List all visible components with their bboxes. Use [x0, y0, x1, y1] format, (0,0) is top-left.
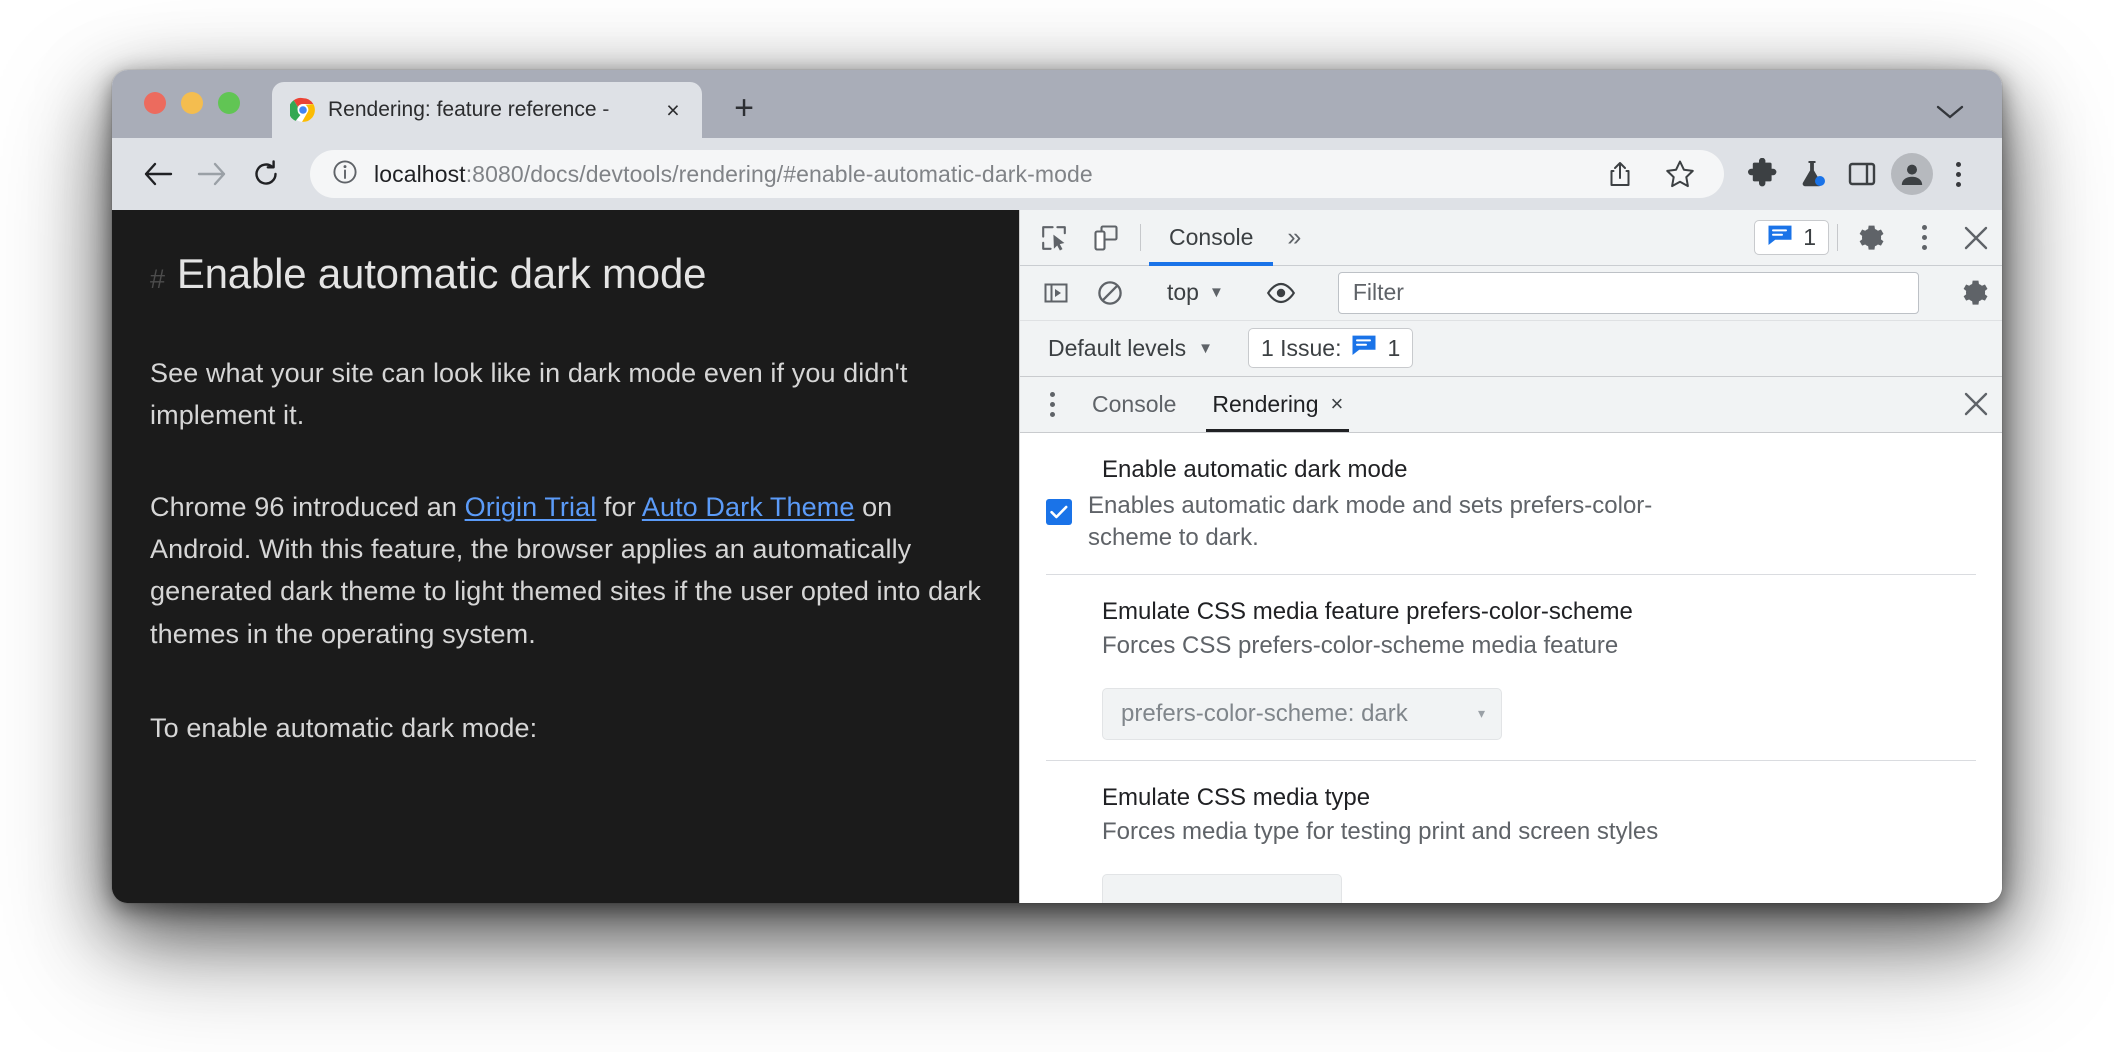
- setting-title: Emulate CSS media feature prefers-color-…: [1102, 597, 1633, 625]
- issues-message-icon: [1351, 333, 1377, 363]
- reload-button[interactable]: [242, 150, 290, 198]
- extensions-icon[interactable]: [1740, 152, 1784, 196]
- rendering-setting-media-type: Emulate CSS media type Forces media type…: [1046, 759, 1976, 903]
- chevron-down-icon: ▾: [1477, 705, 1485, 722]
- avatar: [1891, 153, 1933, 195]
- gear-icon[interactable]: [1846, 210, 1898, 265]
- more-options-icon[interactable]: [1898, 210, 1950, 265]
- rendering-panel: Enable automatic dark mode Enables autom…: [1020, 432, 2002, 903]
- para2-text-between: for: [596, 492, 642, 523]
- minimize-window-button[interactable]: [181, 92, 203, 114]
- console-toolbar: top ▼ Filter: [1020, 266, 2002, 321]
- browser-tab[interactable]: Rendering: feature reference - ×: [272, 82, 702, 138]
- close-window-button[interactable]: [144, 92, 166, 114]
- issues-count: 1: [1803, 224, 1816, 250]
- drawer-tab-bar: Console Rendering ×: [1020, 376, 2002, 433]
- toolbar-divider: [1140, 224, 1141, 251]
- new-tab-button[interactable]: +: [724, 88, 764, 128]
- setting-title: Emulate CSS media type: [1102, 783, 1371, 811]
- rendering-setting-prefers-color-scheme: Emulate CSS media feature prefers-color-…: [1046, 573, 1976, 760]
- window-controls: [144, 92, 240, 114]
- back-button[interactable]: [134, 150, 182, 198]
- star-icon[interactable]: [1658, 152, 1702, 196]
- console-sidebar-icon[interactable]: [1030, 279, 1082, 307]
- setting-description: Forces CSS prefers-color-scheme media fe…: [1102, 631, 1619, 659]
- issues-message-icon: [1767, 223, 1793, 253]
- page-title: # Enable automatic dark mode: [150, 250, 989, 298]
- console-settings-icon[interactable]: [1950, 278, 2002, 308]
- close-tab-button[interactable]: ×: [658, 95, 688, 125]
- chevron-down-icon: ▼: [1208, 284, 1224, 302]
- experiments-flask-icon[interactable]: [1790, 152, 1834, 196]
- maximize-window-button[interactable]: [218, 92, 240, 114]
- address-bar[interactable]: localhost:8080/docs/devtools/rendering/#…: [310, 150, 1724, 198]
- setting-description-row: Enables automatic dark mode and sets pre…: [1046, 490, 1976, 554]
- page-content: # Enable automatic dark mode See what yo…: [112, 210, 1019, 903]
- para2-text-before: Chrome 96 introduced an: [150, 492, 465, 523]
- drawer-tab-rendering-label: Rendering: [1212, 390, 1319, 417]
- tab-console[interactable]: Console: [1149, 210, 1274, 266]
- side-panel-icon[interactable]: [1840, 152, 1884, 196]
- drawer-tab-console[interactable]: Console: [1074, 377, 1194, 432]
- device-toolbar-icon[interactable]: [1080, 210, 1132, 265]
- close-icon[interactable]: [1950, 210, 2002, 265]
- setting-title: Enable automatic dark mode: [1102, 455, 1408, 483]
- tab-strip: Rendering: feature reference - × +: [112, 70, 2002, 138]
- auto-dark-theme-link[interactable]: Auto Dark Theme: [642, 492, 855, 522]
- page-paragraph-2: Chrome 96 introduced an Origin Trial for…: [150, 486, 989, 654]
- omnibox-actions: [1598, 152, 1710, 196]
- chevron-down-icon[interactable]: [1936, 104, 1964, 126]
- devtools-panel: Console » 1 top ▼ Filter Default levels …: [1019, 210, 2002, 903]
- address-bar-path: :8080/docs/devtools/rendering/#enable-au…: [465, 160, 1093, 187]
- chrome-logo-icon: [288, 97, 316, 123]
- browser-toolbar: localhost:8080/docs/devtools/rendering/#…: [112, 138, 2002, 210]
- page-info-icon[interactable]: [332, 159, 358, 190]
- anchor-hash-icon[interactable]: #: [150, 264, 165, 295]
- log-levels-label: Default levels: [1048, 334, 1187, 361]
- inspect-element-icon[interactable]: [1028, 210, 1080, 265]
- more-tabs-button[interactable]: »: [1273, 210, 1313, 265]
- media-type-select[interactable]: [1102, 873, 1342, 903]
- log-levels-selector[interactable]: Default levels ▼: [1038, 335, 1223, 362]
- profile-avatar[interactable]: [1890, 152, 1934, 196]
- setting-description: Forces media type for testing print and …: [1102, 817, 1659, 845]
- page-title-text: Enable automatic dark mode: [176, 250, 707, 297]
- issues-bar-count: 1: [1387, 334, 1401, 361]
- tab-title: Rendering: feature reference -: [328, 98, 610, 121]
- issues-bar-button[interactable]: 1 Issue: 1: [1247, 328, 1414, 369]
- drawer-tab-rendering[interactable]: Rendering ×: [1194, 377, 1361, 433]
- issues-counter-button[interactable]: 1: [1754, 220, 1829, 255]
- console-levels-row: Default levels ▼ 1 Issue: 1: [1020, 320, 2002, 377]
- page-paragraph-3: To enable automatic dark mode:: [150, 712, 538, 743]
- origin-trial-link[interactable]: Origin Trial: [465, 492, 597, 522]
- address-bar-host: localhost: [374, 160, 466, 187]
- devtools-main-toolbar: Console » 1: [1020, 210, 2002, 266]
- forward-button[interactable]: [188, 150, 236, 198]
- rendering-setting-auto-dark-mode: Enable automatic dark mode Enables autom…: [1046, 433, 1976, 574]
- close-rendering-tab-button[interactable]: ×: [1331, 391, 1344, 417]
- page-paragraph-1: See what your site can look like in dark…: [150, 358, 908, 431]
- chrome-menu-icon[interactable]: [1940, 152, 1976, 196]
- auto-dark-mode-checkbox[interactable]: [1046, 498, 1072, 525]
- setting-description: Enables automatic dark mode and sets pre…: [1088, 491, 1653, 551]
- prefers-color-scheme-select[interactable]: prefers-color-scheme: dark ▾: [1102, 687, 1502, 740]
- drawer-more-icon[interactable]: [1030, 391, 1074, 417]
- close-drawer-icon[interactable]: [1950, 390, 2002, 418]
- browser-window: Rendering: feature reference - × + local…: [112, 70, 2002, 903]
- screenshot-stage: Rendering: feature reference - × + local…: [0, 0, 2114, 1052]
- clear-console-icon[interactable]: [1084, 279, 1136, 307]
- address-bar-url[interactable]: localhost:8080/docs/devtools/rendering/#…: [374, 161, 1582, 188]
- execution-context-selector[interactable]: top ▼: [1157, 279, 1234, 306]
- issues-bar-label: 1 Issue:: [1260, 334, 1342, 361]
- select-value: prefers-color-scheme: dark: [1121, 699, 1408, 727]
- live-expression-icon[interactable]: [1255, 281, 1307, 305]
- share-icon[interactable]: [1598, 152, 1642, 196]
- toolbar-divider-2: [1837, 224, 1838, 251]
- filter-input[interactable]: Filter: [1337, 271, 1919, 314]
- viewport: # Enable automatic dark mode See what yo…: [112, 210, 2002, 903]
- execution-context-label: top: [1167, 279, 1199, 306]
- chevron-down-icon: ▼: [1198, 339, 1213, 357]
